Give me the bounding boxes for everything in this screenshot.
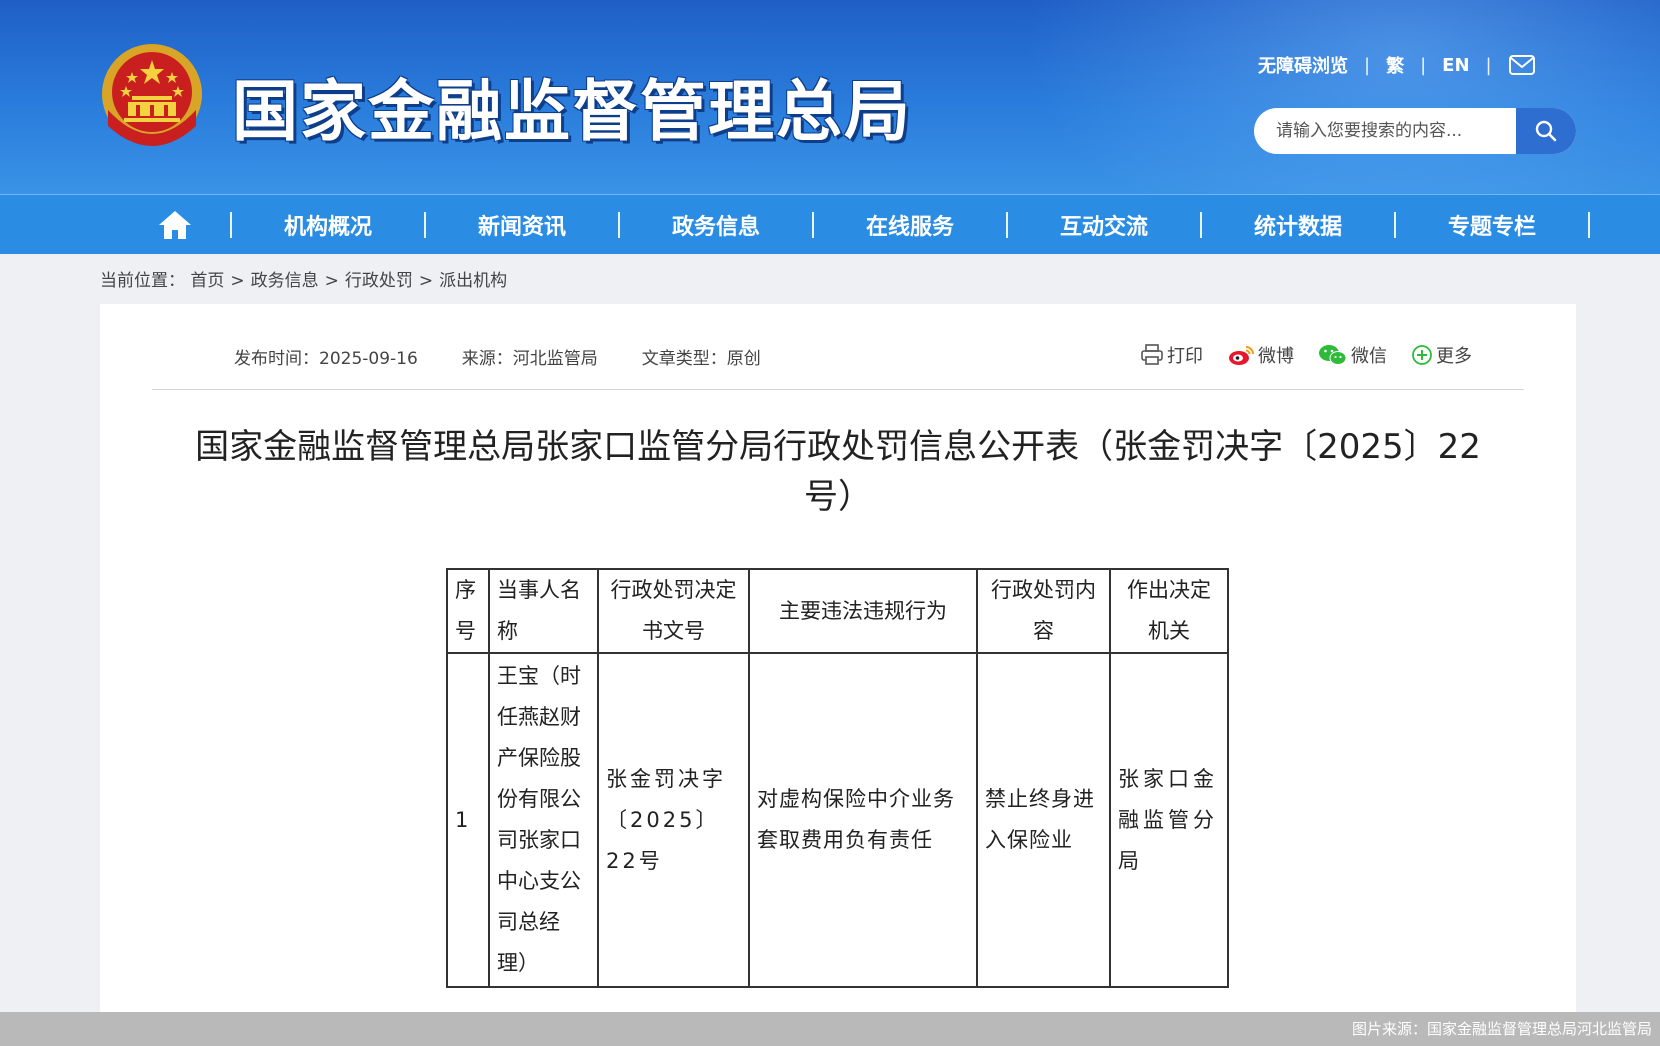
table-header-row: 序号 当事人名称 行政处罚决定书文号 主要违法违规行为 行政处罚内容 作出决定机… xyxy=(446,568,1229,654)
site-title: 国家金融监督管理总局 xyxy=(232,73,912,150)
share-toolbar: 打印 微博 微信 更多 xyxy=(1140,342,1496,368)
accessibility-link[interactable]: 无障碍浏览 xyxy=(1258,52,1348,78)
nav-home[interactable] xyxy=(120,195,230,255)
cell-violation: 对虚构保险中介业务套取费用负有责任 xyxy=(748,652,978,988)
publish-time: 发布时间：2025-09-16 xyxy=(234,349,418,369)
breadcrumb-government-info[interactable]: 政务信息 xyxy=(251,271,319,291)
mail-icon[interactable] xyxy=(1508,54,1536,76)
nav-item-statistics[interactable]: 统计数据 xyxy=(1202,195,1394,255)
breadcrumb-label: 当前位置： xyxy=(100,271,185,291)
top-links: 无障碍浏览 | 繁 | EN | xyxy=(1258,52,1536,78)
breadcrumb-separator: > xyxy=(324,271,339,291)
english-link[interactable]: EN xyxy=(1442,55,1469,76)
article-source: 来源：河北监管局 xyxy=(461,349,598,369)
nav-item-about[interactable]: 机构概况 xyxy=(232,195,424,255)
breadcrumb: 当前位置： 首页 > 政务信息 > 行政处罚 > 派出机构 xyxy=(100,266,507,291)
wechat-share-button[interactable]: 微信 xyxy=(1318,342,1387,368)
print-label: 打印 xyxy=(1167,346,1203,367)
breadcrumb-branch-offices[interactable]: 派出机构 xyxy=(439,271,507,291)
nav-item-government-info[interactable]: 政务信息 xyxy=(620,195,812,255)
more-label: 更多 xyxy=(1436,346,1472,367)
main-nav: 机构概况 新闻资讯 政务信息 在线服务 互动交流 统计数据 专题专栏 xyxy=(0,194,1660,254)
link-separator: | xyxy=(1364,54,1371,76)
nav-item-news[interactable]: 新闻资讯 xyxy=(426,195,618,255)
search-icon xyxy=(1535,120,1557,142)
weibo-icon xyxy=(1229,346,1254,365)
wechat-icon xyxy=(1319,345,1347,365)
printer-icon xyxy=(1141,344,1163,365)
weibo-label: 微博 xyxy=(1258,346,1294,367)
link-separator: | xyxy=(1485,54,1492,76)
header-cell-violation: 主要违法违规行为 xyxy=(748,568,978,654)
article-type: 文章类型：原创 xyxy=(641,349,761,369)
article-meta: 发布时间：2025-09-16 来源：河北监管局 文章类型：原创 xyxy=(234,344,761,369)
home-icon xyxy=(159,211,191,239)
cell-party: 王宝（时任燕赵财产保险股份有限公司张家口中心支公司总经理） xyxy=(488,652,599,988)
article-title: 国家金融监督管理总局张家口监管分局行政处罚信息公开表（张金罚决字〔2025〕22… xyxy=(195,427,1481,517)
image-credit-bar: 图片来源：国家金融监督管理总局河北监管局 xyxy=(0,1012,1660,1046)
nav-item-online-service[interactable]: 在线服务 xyxy=(814,195,1006,255)
image-credit: 图片来源：国家金融监督管理总局河北监管局 xyxy=(1351,1020,1652,1038)
breadcrumb-separator: > xyxy=(418,271,434,291)
header-cell-index: 序号 xyxy=(446,568,490,654)
search-button[interactable] xyxy=(1516,108,1576,154)
penalty-table: 序号 当事人名称 行政处罚决定书文号 主要违法违规行为 行政处罚内容 作出决定机… xyxy=(446,568,1229,988)
wechat-label: 微信 xyxy=(1351,346,1387,367)
more-share-button[interactable]: 更多 xyxy=(1411,342,1472,368)
nav-divider xyxy=(1588,212,1590,238)
link-separator: | xyxy=(1420,54,1427,76)
nav-item-interaction[interactable]: 互动交流 xyxy=(1008,195,1200,255)
search-input[interactable] xyxy=(1254,108,1516,154)
breadcrumb-separator: > xyxy=(230,271,245,291)
header-cell-decision-no: 行政处罚决定书文号 xyxy=(597,568,750,654)
traditional-chinese-link[interactable]: 繁 xyxy=(1386,52,1404,78)
header-cell-authority: 作出决定机关 xyxy=(1109,568,1229,654)
article-panel: 发布时间：2025-09-16 来源：河北监管局 文章类型：原创 打印 微博 微… xyxy=(100,304,1576,1046)
cell-decision-no: 张金罚决字〔2025〕22号 xyxy=(597,652,750,988)
print-button[interactable]: 打印 xyxy=(1140,342,1203,368)
cell-penalty: 禁止终身进入保险业 xyxy=(976,652,1111,988)
header-glow xyxy=(1020,0,1660,194)
meta-divider xyxy=(152,389,1524,390)
weibo-share-button[interactable]: 微博 xyxy=(1227,342,1294,368)
header-cell-party: 当事人名称 xyxy=(488,568,599,654)
national-emblem-icon xyxy=(102,44,202,146)
header-cell-penalty: 行政处罚内容 xyxy=(976,568,1111,654)
site-header: 国家金融监督管理总局 无障碍浏览 | 繁 | EN | xyxy=(0,0,1660,194)
search-box xyxy=(1254,108,1576,154)
table-row: 1 王宝（时任燕赵财产保险股份有限公司张家口中心支公司总经理） 张金罚决字〔20… xyxy=(446,652,1229,988)
cell-index: 1 xyxy=(446,652,490,988)
cell-authority: 张家口金融监管分局 xyxy=(1109,652,1229,988)
breadcrumb-administrative-penalty[interactable]: 行政处罚 xyxy=(345,271,413,291)
breadcrumb-home[interactable]: 首页 xyxy=(190,271,224,291)
plus-circle-icon xyxy=(1412,345,1432,365)
nav-item-special-topics[interactable]: 专题专栏 xyxy=(1396,195,1588,255)
